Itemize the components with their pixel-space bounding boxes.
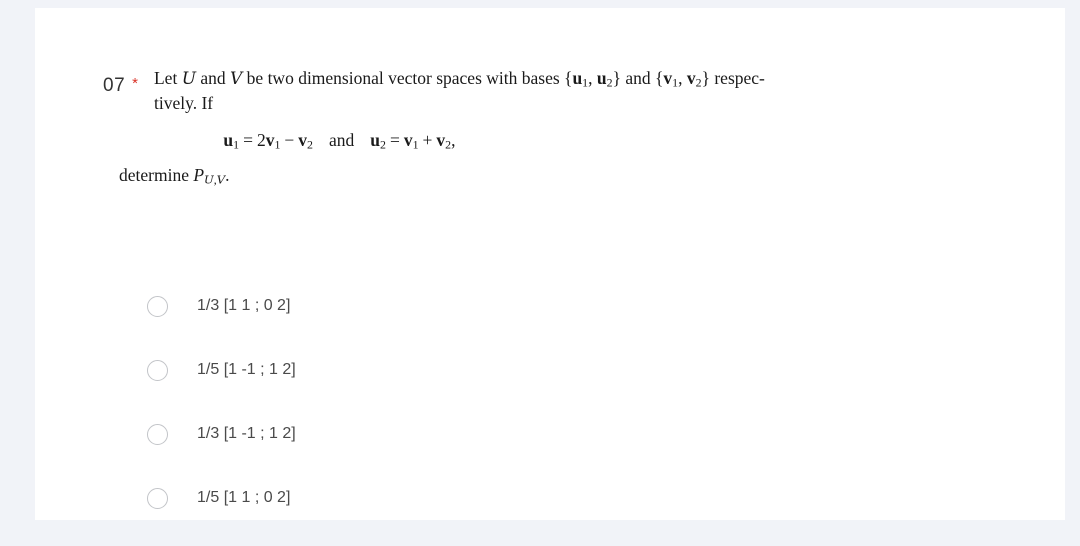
projection-subscript: U,V [204, 172, 225, 186]
equation-rhs1b-subscript: 2 [307, 137, 313, 152]
basis-u-close-brace: } [612, 68, 621, 88]
projection-subscript-v: V [216, 172, 226, 187]
option-row[interactable]: 1/5 [1 -1 ; 1 2] [147, 356, 667, 384]
equation-equals-2: = [389, 129, 400, 150]
basis-u2-symbol: u [596, 68, 607, 88]
equation-lhs1-symbol: u [223, 129, 234, 150]
question-text-line2: tively. If [153, 93, 214, 114]
question-text-part2: and [196, 68, 231, 88]
equation-plus-operator: + [422, 129, 433, 150]
option-row[interactable]: 1/3 [1 1 ; 0 2] [147, 292, 667, 320]
determine-line: determine PU,V. [103, 165, 1033, 186]
question-text-part3: be two dimensional vector spaces with ba… [242, 68, 565, 88]
quiz-question-card: 07 * Let U and V be two dimensional vect… [35, 8, 1065, 520]
radio-button-option-1[interactable] [147, 295, 168, 317]
radio-button-option-3[interactable] [147, 423, 168, 445]
equation-rhs1b-symbol: v [298, 129, 308, 150]
equation-lhs2-symbol: u [370, 129, 380, 150]
option-label-3[interactable]: 1/3 [1 -1 ; 1 2] [197, 425, 296, 443]
equation-conjunction: and [328, 129, 355, 150]
question-text-part4: and [620, 68, 655, 88]
option-row[interactable]: 1/3 [1 -1 ; 1 2] [147, 420, 667, 448]
question-text-part5: respec- [709, 68, 765, 88]
equation-coefficient: 2 [256, 129, 266, 150]
basis-v-comma: , [678, 68, 687, 88]
vector-space-v-symbol: V [230, 69, 243, 89]
basis-u-set: {u1, u2} [564, 68, 621, 89]
basis-v-set: {v1, v2} [655, 68, 710, 89]
option-row[interactable]: 1/5 [1 1 ; 0 2] [147, 484, 667, 512]
radio-button-option-4[interactable] [147, 487, 168, 509]
question-block: 07 * Let U and V be two dimensional vect… [103, 66, 1033, 186]
basis-u1-symbol: u [572, 68, 583, 88]
equation-display: u1 = 2v1− v2 and u2 = v1 + v2, [154, 128, 765, 153]
basis-v-close-brace: } [701, 68, 710, 88]
equation-trailing-comma: , [451, 129, 456, 150]
question-number: 07 [103, 75, 126, 96]
projection-matrix-symbol: P [193, 164, 205, 185]
required-asterisk: * [132, 75, 138, 92]
question-text-part1: Let [153, 68, 182, 88]
equation-rhs2a-symbol: v [403, 129, 413, 150]
vector-space-u-symbol: U [181, 69, 196, 89]
projection-subscript-u: U [204, 172, 214, 187]
option-label-4[interactable]: 1/5 [1 1 ; 0 2] [197, 489, 290, 507]
basis-u-comma: , [588, 68, 597, 88]
question-header: 07 * Let U and V be two dimensional vect… [103, 66, 1033, 165]
basis-v1-symbol: v [663, 68, 673, 88]
radio-button-option-2[interactable] [147, 359, 168, 381]
determine-period: . [225, 164, 230, 185]
determine-label: determine [119, 164, 194, 185]
option-label-1[interactable]: 1/3 [1 1 ; 0 2] [197, 297, 290, 315]
equation-rhs2a-subscript: 1 [412, 137, 419, 152]
equation-minus-operator: − [284, 129, 295, 150]
question-text: Let U and V be two dimensional vector sp… [138, 66, 765, 165]
answer-options-list: 1/3 [1 1 ; 0 2] 1/5 [1 -1 ; 1 2] 1/3 [1 … [147, 292, 667, 512]
basis-v2-symbol: v [686, 68, 696, 88]
option-label-2[interactable]: 1/5 [1 -1 ; 1 2] [197, 361, 296, 379]
equation-equals-1: = [243, 129, 253, 150]
equation-rhs2b-symbol: v [436, 129, 446, 150]
